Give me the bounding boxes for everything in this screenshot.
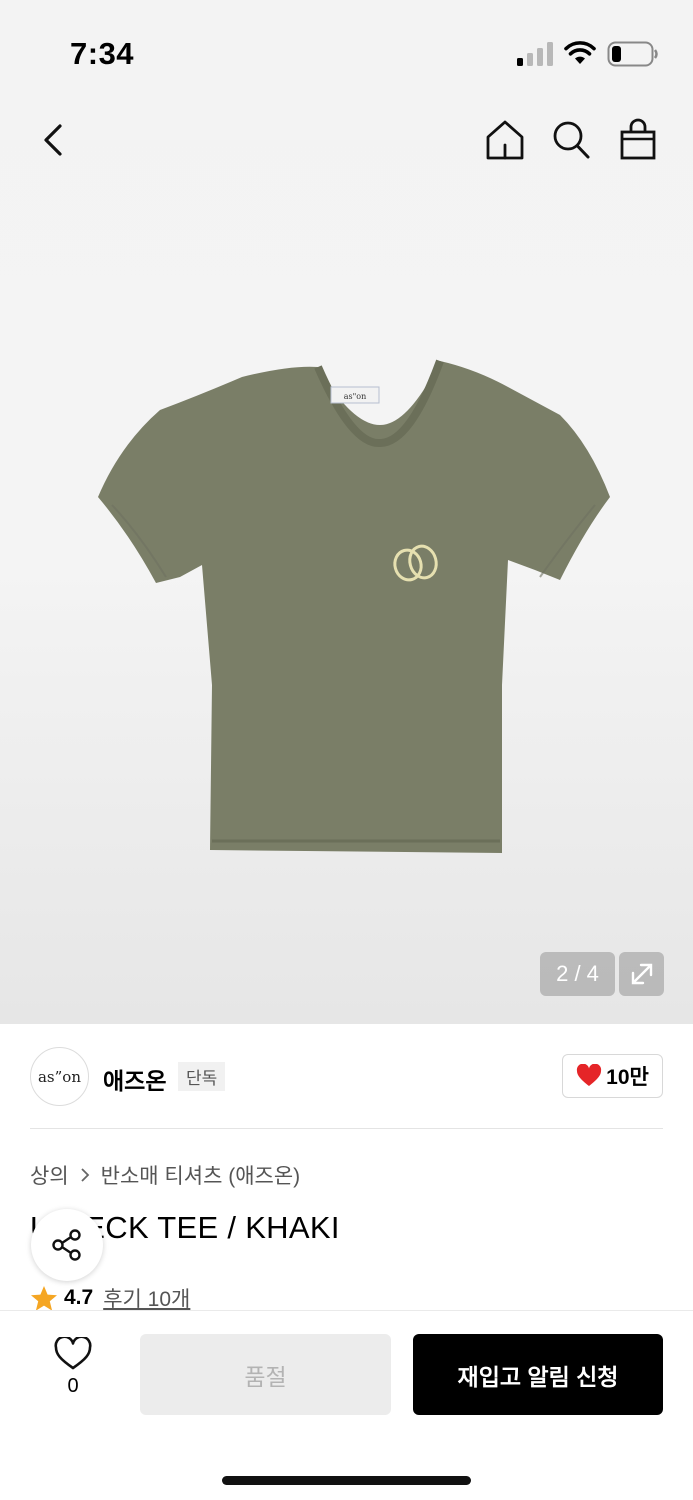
- shopping-bag-icon[interactable]: [618, 118, 658, 162]
- chevron-right-icon: [81, 1168, 89, 1182]
- product-image: as"on: [98, 359, 610, 853]
- brand-logo[interactable]: as”on: [30, 1047, 89, 1106]
- battery-icon: [607, 41, 658, 67]
- share-icon: [52, 1229, 81, 1261]
- home-icon[interactable]: [484, 118, 526, 162]
- brand-name[interactable]: 애즈온: [103, 1062, 166, 1096]
- search-icon[interactable]: [550, 118, 592, 162]
- status-time: 7:34: [70, 36, 135, 71]
- home-indicator: [222, 1476, 471, 1485]
- expand-icon: [631, 963, 652, 985]
- product-image-area[interactable]: 7:34 as"on 2 / 4: [0, 0, 693, 1024]
- breadcrumb-item-category[interactable]: 상의: [30, 1160, 69, 1190]
- heart-icon: [577, 1064, 602, 1086]
- heart-outline-icon: [54, 1337, 92, 1370]
- brand-like-count: 10만: [606, 1066, 649, 1089]
- star-icon: [31, 1285, 57, 1311]
- divider: [30, 1128, 663, 1129]
- rating-score: 4.7: [64, 1286, 94, 1309]
- shirt-label-text: as"on: [344, 392, 367, 401]
- restock-alert-button[interactable]: 재입고 알림 신청: [413, 1334, 663, 1415]
- wifi-icon: [564, 41, 596, 64]
- wish-count: 0: [67, 1375, 79, 1397]
- breadcrumb: 상의 반소매 티셔츠 (애즈온): [30, 1160, 300, 1190]
- image-pager: 2 / 4: [540, 952, 615, 996]
- chevron-left-icon[interactable]: [36, 118, 72, 162]
- reviews-link[interactable]: 후기 10개: [103, 1283, 190, 1313]
- sold-out-button[interactable]: 품절: [140, 1334, 391, 1415]
- exclusive-badge: 단독: [178, 1062, 226, 1091]
- cellular-signal-icon: [517, 42, 553, 66]
- brand-like-button[interactable]: 10만: [562, 1054, 663, 1098]
- share-button[interactable]: [31, 1209, 103, 1281]
- breadcrumb-item-subcategory[interactable]: 반소매 티셔츠 (애즈온): [101, 1160, 301, 1190]
- rating: 4.7 후기 10개: [30, 1283, 190, 1313]
- expand-button[interactable]: [619, 952, 664, 996]
- wish-button[interactable]: 0: [52, 1337, 94, 1398]
